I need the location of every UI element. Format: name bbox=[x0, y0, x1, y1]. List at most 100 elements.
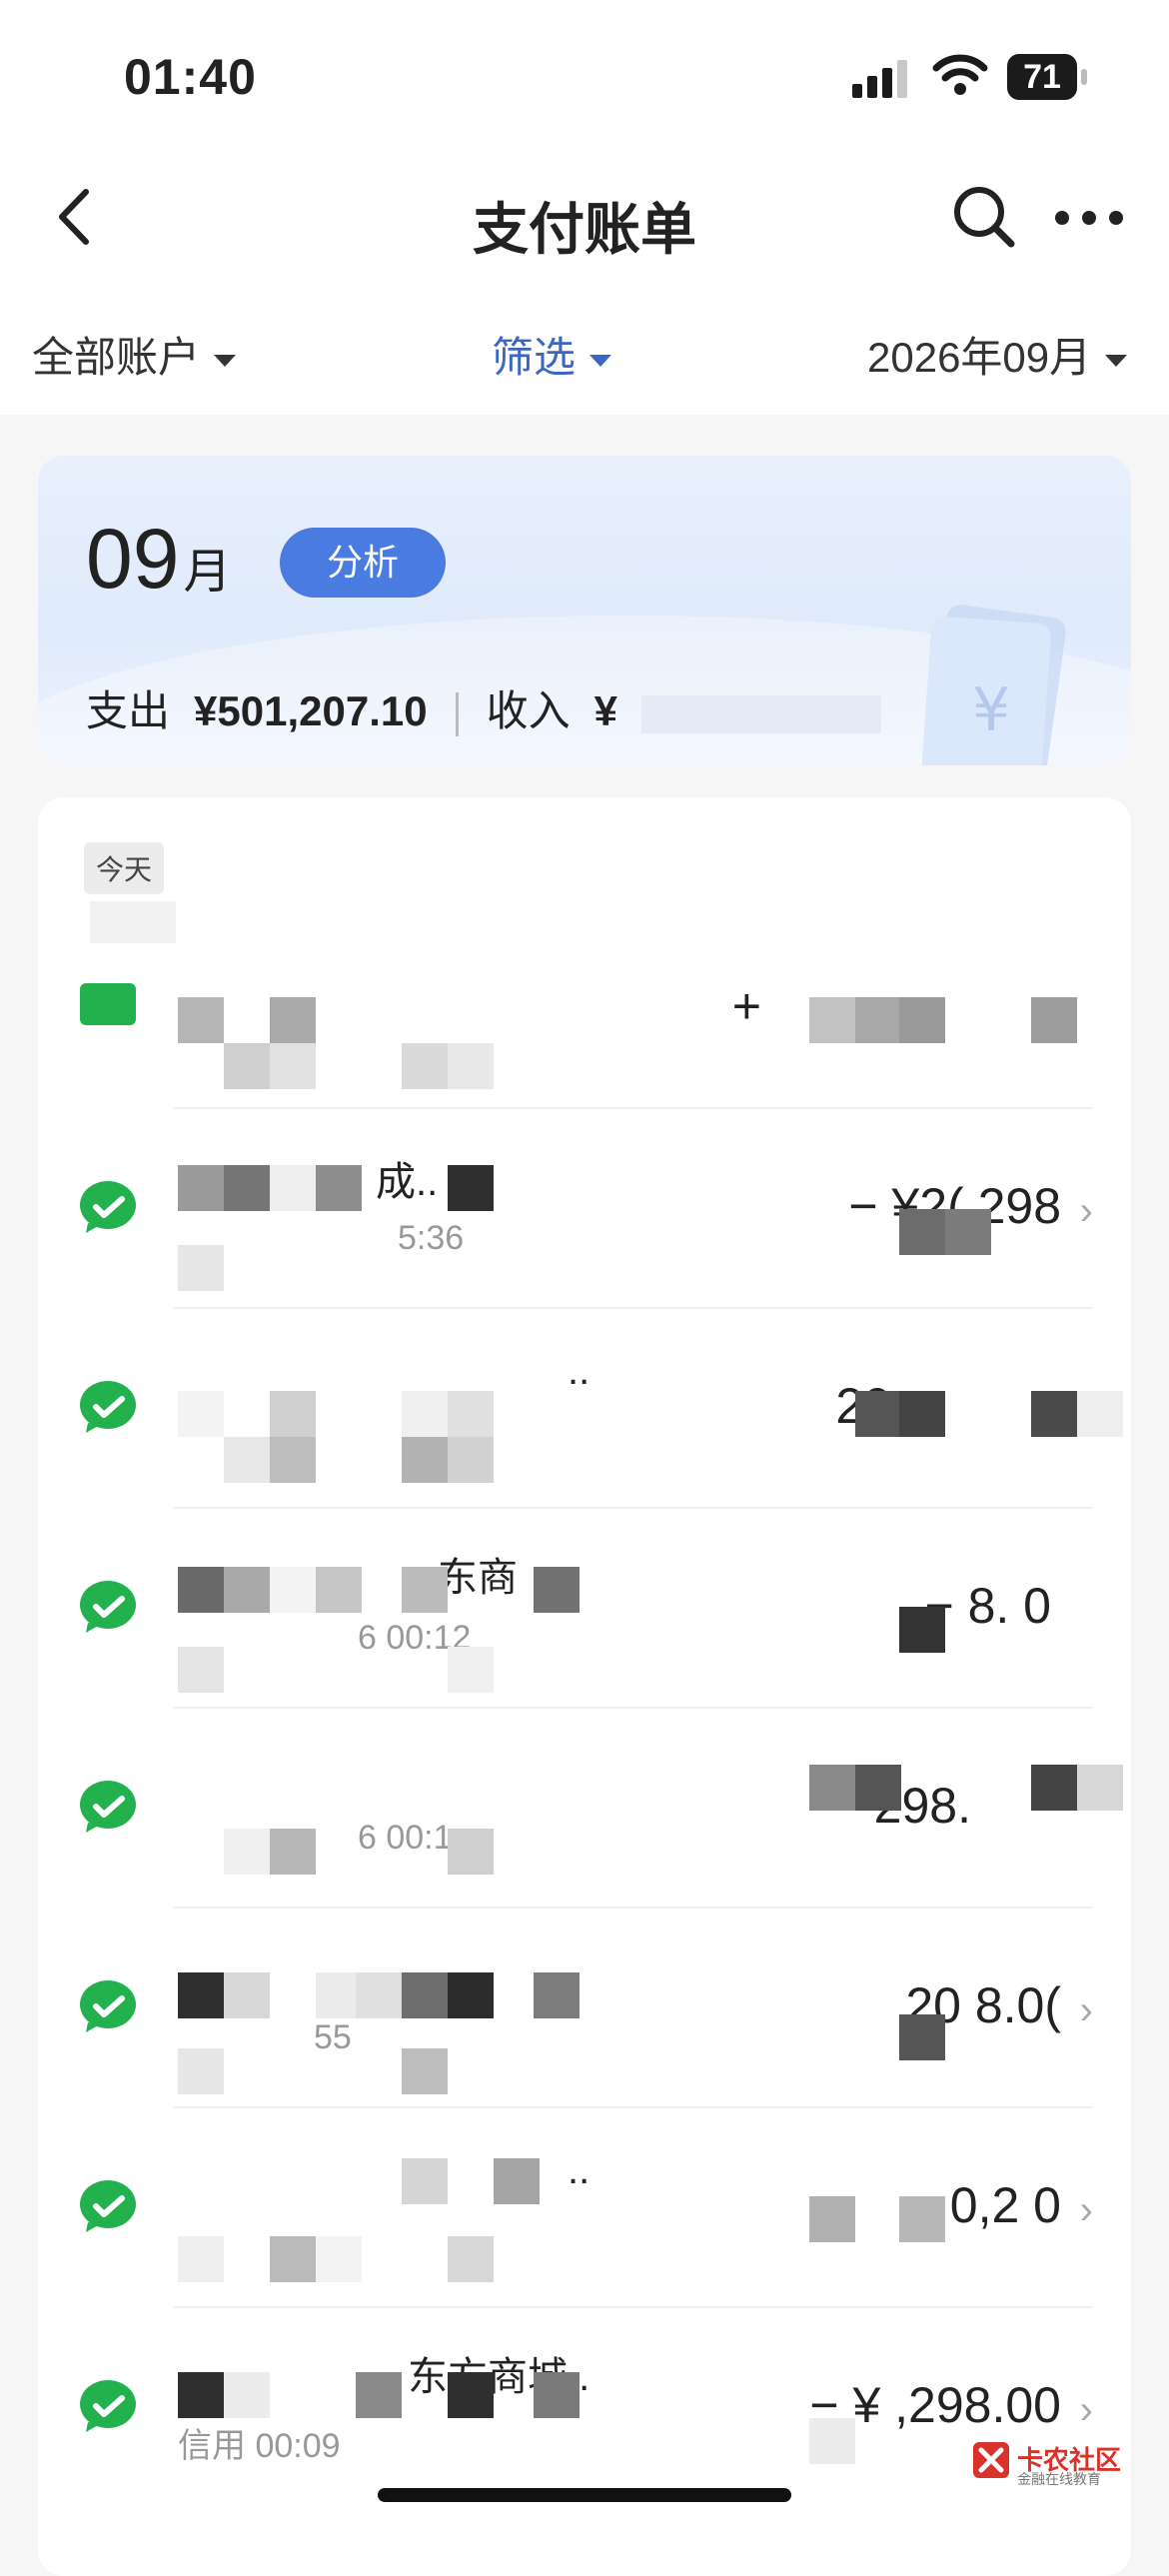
redaction-block bbox=[178, 2236, 224, 2282]
chevron-right-icon: › bbox=[1079, 2388, 1093, 2432]
redaction-block bbox=[270, 1829, 316, 1875]
watermark-tagline: 金融在线教育 bbox=[1017, 2471, 1101, 2487]
redaction-block bbox=[1031, 997, 1077, 1043]
redaction-block bbox=[316, 2236, 362, 2282]
more-icon[interactable] bbox=[1054, 210, 1124, 226]
wechat-pay-icon bbox=[80, 2380, 136, 2432]
filter-label: 筛选 bbox=[492, 334, 577, 381]
redaction-block bbox=[448, 1437, 494, 1483]
redaction-block bbox=[270, 1391, 316, 1437]
redaction-block bbox=[178, 1647, 224, 1693]
month-number: 09 bbox=[86, 512, 180, 606]
redaction-block bbox=[356, 2372, 402, 2418]
list-item[interactable]: 东商 6 00:12 − 8. 0 bbox=[38, 1509, 1131, 1709]
transaction-time: 5:36 bbox=[398, 1219, 465, 1257]
section-label-today: 今天 bbox=[84, 842, 165, 894]
transaction-amount: 0,2 0 bbox=[949, 2177, 1061, 2233]
caret-down-icon bbox=[214, 354, 237, 367]
analyze-button[interactable]: 分析 bbox=[280, 528, 446, 598]
redaction-block bbox=[494, 2158, 540, 2204]
list-item[interactable]: 55 20 8.0( › bbox=[38, 1909, 1131, 2108]
home-indicator[interactable] bbox=[378, 2488, 791, 2502]
expense-value: ¥501,207.10 bbox=[194, 687, 428, 734]
redaction-block bbox=[224, 1043, 270, 1089]
list-item[interactable]: 成.. 5:36 − ¥2( 298 › bbox=[38, 1109, 1131, 1309]
redaction-block bbox=[224, 1567, 270, 1613]
list-item[interactable]: .. 0,2 0 › bbox=[38, 2108, 1131, 2308]
redaction-block bbox=[402, 2048, 448, 2094]
redaction-block bbox=[270, 1043, 316, 1089]
redaction-block bbox=[356, 1972, 402, 2018]
redaction-block bbox=[224, 1165, 270, 1211]
redaction-block bbox=[316, 1165, 362, 1211]
redaction-block bbox=[534, 1567, 580, 1613]
account-filter[interactable]: 全部账户 bbox=[32, 324, 237, 385]
merchant-name: .. bbox=[568, 2148, 590, 2192]
month-unit: 月 bbox=[183, 546, 232, 599]
bill-document-icon: ¥ bbox=[921, 605, 1066, 765]
redaction-block bbox=[855, 997, 901, 1043]
divider bbox=[455, 691, 459, 736]
expense-label: 支出 bbox=[86, 687, 171, 734]
redaction-block bbox=[534, 1972, 580, 2018]
wechat-pay-icon bbox=[80, 1181, 136, 1233]
redaction-block bbox=[402, 1972, 448, 2018]
redaction-block bbox=[402, 2158, 448, 2204]
list-item[interactable]: 东方商城.. 信用 00:09 − ¥ ,298.00 › bbox=[38, 2308, 1131, 2508]
summary-month: 09月 bbox=[86, 511, 231, 608]
redaction-block bbox=[899, 1391, 945, 1437]
transaction-list: 今天 + 成.. 5:36 − ¥2( 298 › .. 东商 6 00:12 … bbox=[38, 797, 1131, 2576]
caret-down-icon bbox=[1105, 354, 1128, 367]
redaction-block bbox=[270, 1437, 316, 1483]
summary-totals: 支出 ¥501,207.10 收入 ¥ bbox=[86, 677, 881, 738]
redaction-block bbox=[402, 1043, 448, 1089]
merchant-name: 成.. bbox=[376, 1160, 439, 1204]
redaction-block bbox=[809, 2418, 855, 2464]
income-value: ¥ bbox=[593, 687, 617, 734]
search-icon[interactable] bbox=[949, 182, 1019, 252]
list-item[interactable]: + bbox=[38, 909, 1131, 1109]
filter-dropdown[interactable]: 筛选 bbox=[492, 324, 612, 385]
redaction-block bbox=[899, 1607, 945, 1653]
redaction-block bbox=[178, 997, 224, 1043]
redaction-block bbox=[402, 1437, 448, 1483]
status-bar: 01:40 71 bbox=[0, 0, 1169, 150]
redaction-block bbox=[1031, 1391, 1077, 1437]
status-time: 01:40 bbox=[124, 49, 257, 105]
month-picker[interactable]: 2026年09月 bbox=[867, 324, 1128, 385]
transaction-time: 6 00:1 bbox=[358, 1819, 453, 1857]
redaction-block bbox=[855, 1391, 901, 1437]
redaction-block bbox=[224, 1972, 270, 2018]
merchant-name: 东商 bbox=[438, 1556, 518, 1600]
list-item[interactable]: .. 20 bbox=[38, 1309, 1131, 1509]
chevron-right-icon: › bbox=[1079, 1189, 1093, 1233]
redaction-block bbox=[178, 1567, 224, 1613]
summary-card: 09月 分析 支出 ¥501,207.10 收入 ¥ ¥ bbox=[38, 456, 1131, 765]
redaction-block bbox=[448, 1647, 494, 1693]
redaction-block bbox=[448, 1043, 494, 1089]
redaction-block bbox=[809, 2196, 855, 2242]
redaction-block bbox=[809, 1765, 855, 1811]
list-item[interactable]: 6 00:1 298. bbox=[38, 1709, 1131, 1909]
income-label: 收入 bbox=[486, 687, 571, 734]
redaction-block bbox=[945, 1209, 991, 1255]
redaction-block bbox=[899, 2196, 945, 2242]
redaction-block bbox=[178, 1165, 224, 1211]
redaction-block bbox=[448, 1165, 494, 1211]
chevron-right-icon: › bbox=[1079, 1988, 1093, 2032]
redaction-block bbox=[448, 1972, 494, 2018]
redaction-block bbox=[178, 1972, 224, 2018]
redaction-block bbox=[270, 997, 316, 1043]
month-picker-label: 2026年09月 bbox=[867, 334, 1092, 381]
chevron-right-icon: › bbox=[1079, 2188, 1093, 2232]
battery-level: 71 bbox=[1023, 58, 1061, 96]
redaction-block bbox=[402, 1391, 448, 1437]
redaction-block bbox=[224, 1437, 270, 1483]
redaction-block bbox=[448, 1391, 494, 1437]
battery-icon: 71 bbox=[1007, 54, 1087, 100]
wechat-pay-icon bbox=[80, 1781, 136, 1833]
redaction-block bbox=[809, 997, 855, 1043]
redaction-block bbox=[899, 1209, 945, 1255]
transaction-amount: + bbox=[731, 978, 761, 1034]
redaction-block bbox=[178, 1245, 224, 1291]
